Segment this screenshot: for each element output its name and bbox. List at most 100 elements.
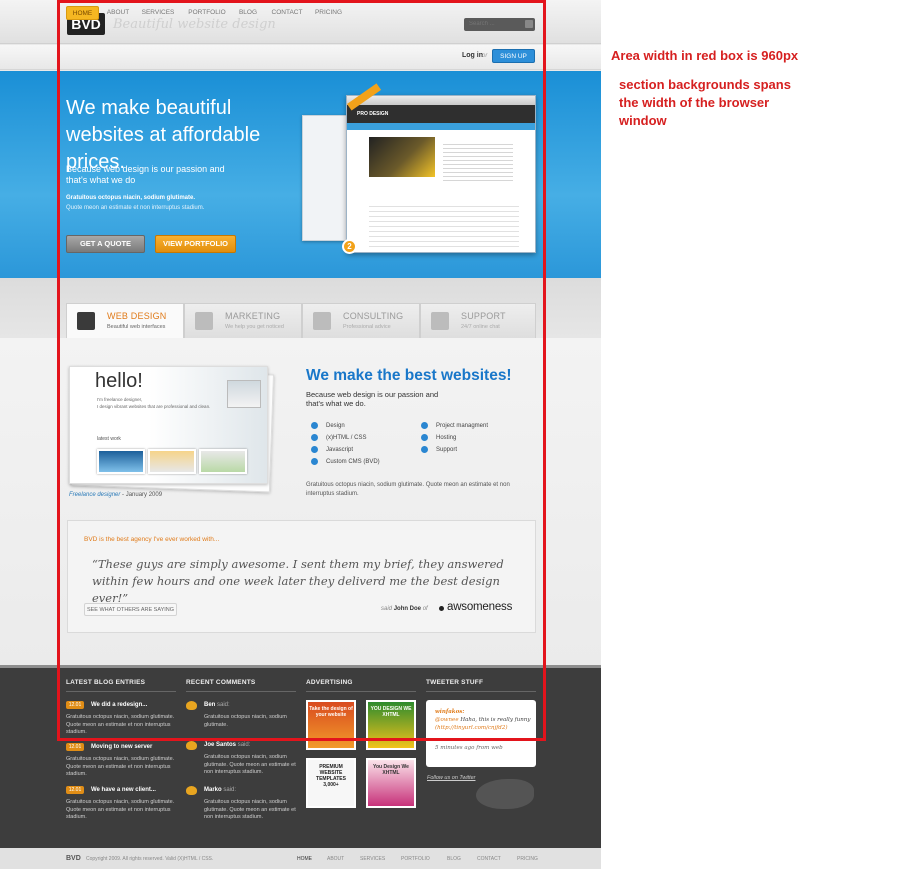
feature-label: (x)HTML / CSS <box>326 435 367 441</box>
blog-entry-title[interactable]: We have a new client... <box>91 787 156 793</box>
company-logo[interactable]: awsomeness <box>439 601 512 613</box>
tab-title: CONSULTING <box>343 311 404 321</box>
nav-portfolio[interactable]: PORTFOLIO <box>187 6 227 20</box>
portfolio-intro-2: I design vibrant websites that are profe… <box>97 404 211 409</box>
feature-label: Design <box>326 423 345 429</box>
follow-twitter-link[interactable]: Follow us on Twitter <box>427 775 476 781</box>
tab-consulting[interactable]: CONSULTING Professional advice <box>302 303 420 338</box>
view-portfolio-button[interactable]: VIEW PORTFOLIO <box>155 235 236 253</box>
tab-subtitle: Beautiful web interfaces <box>107 324 166 330</box>
footer-nav-pricing[interactable]: PRICING <box>517 856 538 862</box>
footer-logo[interactable]: BVD <box>66 855 81 862</box>
nav-pricing[interactable]: PRICING <box>314 6 343 20</box>
portfolio-caption: Freelance designer - January 2009 <box>69 492 162 498</box>
portfolio-avatar <box>227 380 261 408</box>
portfolio-thumb[interactable] <box>97 449 145 474</box>
caption-date: - January 2009 <box>120 492 163 498</box>
tab-support[interactable]: SUPPORT 24/7 online chat <box>420 303 536 338</box>
portfolio-intro: I'm freelance designer, <box>97 397 143 402</box>
testimonial-attribution: said John Doe of <box>381 606 428 612</box>
feature-item: Hosting <box>421 434 456 442</box>
background-annotation: section backgrounds spans the width of t… <box>619 77 791 128</box>
feature-item: Support <box>421 446 457 454</box>
nav-services[interactable]: SERVICES <box>141 6 175 20</box>
screenshot-badge: 2 <box>342 239 357 254</box>
login-or-text: or <box>482 53 488 59</box>
tweet-user[interactable]: winfakos: <box>435 709 464 715</box>
person-icon <box>431 312 449 330</box>
blog-entry-title[interactable]: We did a redesign... <box>91 702 147 708</box>
search-icon[interactable] <box>525 20 533 28</box>
hero-subtext: Because web design is our passion and th… <box>66 164 225 185</box>
tab-title: MARKETING <box>225 311 281 321</box>
tab-web-design[interactable]: WEB DESIGN Beautiful web interfaces <box>66 303 184 338</box>
comment-said: said: <box>223 787 237 793</box>
ad-banner[interactable]: You Design We XHTML <box>366 758 416 808</box>
marketing-subtitle: Because web design is our passion and th… <box>306 390 439 408</box>
feature-item: (x)HTML / CSS <box>311 434 366 442</box>
hero-screenshot: PRO DESIGN <box>346 95 536 253</box>
comment-text: Gratuitous octopus niacin, sodium glutim… <box>204 754 296 775</box>
feature-label: Javascript <box>326 447 354 453</box>
portfolio-thumb[interactable] <box>199 449 247 474</box>
comment-text: Gratuitous octopus niacin, sodium glutim… <box>204 714 287 728</box>
marketing-title: We make the best websites! <box>306 367 512 384</box>
footer-comments-heading: RECENT COMMENTS <box>186 679 296 692</box>
comment-author[interactable]: Joe Santos said: <box>204 742 250 748</box>
feature-item: Javascript <box>311 446 353 454</box>
tweet-link[interactable]: (http://tinyurl.com/cnjfd2) <box>435 725 507 731</box>
nav-about[interactable]: ABOUT <box>106 6 130 20</box>
get-quote-button[interactable]: GET A QUOTE <box>66 235 145 253</box>
twitter-bird-icon <box>476 779 534 809</box>
feature-label: Custom CMS (BVD) <box>326 459 380 465</box>
website-mockup: BVD Beautiful website design HOME ABOUT … <box>0 0 601 869</box>
check-icon <box>421 434 428 441</box>
nav-contact[interactable]: CONTACT <box>270 6 304 20</box>
footer-nav-home[interactable]: HOME <box>297 856 312 862</box>
portfolio-latest-label: latest work <box>97 436 121 442</box>
screenshot-title: PRO DESIGN <box>347 105 535 123</box>
copyright-text: Copyright 2009. All rights reserved. Val… <box>86 856 214 862</box>
hero-bold-line: Gratuitous octopus niacin, sodium glutim… <box>66 195 196 201</box>
portfolio-hello: hello! <box>95 370 143 392</box>
blog-entry-title[interactable]: Moving to new server <box>91 744 152 750</box>
testimonial-quote: “These guys are simply awesome. I sent t… <box>92 557 504 605</box>
check-icon <box>311 446 318 453</box>
blog-entry-text: Gratuitous octopus niacin, sodium glutim… <box>66 714 175 735</box>
login-link[interactable]: Log in <box>462 52 483 59</box>
tweet-time: 5 minutes ago from web <box>435 745 503 751</box>
nav-home[interactable]: HOME <box>66 6 99 20</box>
footer-nav-about[interactable]: ABOUT <box>327 856 344 862</box>
tab-subtitle: 24/7 online chat <box>461 324 500 330</box>
blog-date-badge: 12.01 <box>66 743 84 751</box>
check-icon <box>311 422 318 429</box>
tab-marketing[interactable]: MARKETING We help you get noticed <box>184 303 302 338</box>
nav-blog[interactable]: BLOG <box>238 6 258 20</box>
clipboard-icon <box>313 312 331 330</box>
comment-text: Gratuitous octopus niacin, sodium glutim… <box>204 799 296 820</box>
portfolio-thumb[interactable] <box>148 449 196 474</box>
see-others-button[interactable]: SEE WHAT OTHERS ARE SAYING <box>84 603 177 616</box>
tab-title: SUPPORT <box>461 311 506 321</box>
signup-button[interactable]: SIGN UP <box>492 49 535 63</box>
comment-author[interactable]: Ben said: <box>204 702 230 708</box>
feature-label: Project managment <box>436 423 489 429</box>
ad-banner[interactable]: YOU DESIGN WE XHTML <box>366 700 416 750</box>
check-icon <box>311 434 318 441</box>
comment-author[interactable]: Marko said: <box>204 787 236 793</box>
ad-banner[interactable]: PREMIUM WEBSITE TEMPLATES 3,000+ <box>306 758 356 808</box>
footer-nav-blog[interactable]: BLOG <box>447 856 461 862</box>
blog-date-badge: 12.01 <box>66 786 84 794</box>
blog-entry-text: Gratuitous octopus niacin, sodium glutim… <box>66 756 175 777</box>
tab-title: WEB DESIGN <box>107 311 167 321</box>
chart-icon <box>195 312 213 330</box>
check-icon <box>311 458 318 465</box>
comment-said: said: <box>237 742 251 748</box>
footer-nav-services[interactable]: SERVICES <box>360 856 385 862</box>
tweet-mention[interactable]: @ownee <box>435 717 459 723</box>
footer-nav-portfolio[interactable]: PORTFOLIO <box>401 856 430 862</box>
ad-banner[interactable]: Take the design of your website <box>306 700 356 750</box>
comment-icon <box>186 741 197 750</box>
blog-date-badge: 12.01 <box>66 701 84 709</box>
footer-nav-contact[interactable]: CONTACT <box>477 856 501 862</box>
